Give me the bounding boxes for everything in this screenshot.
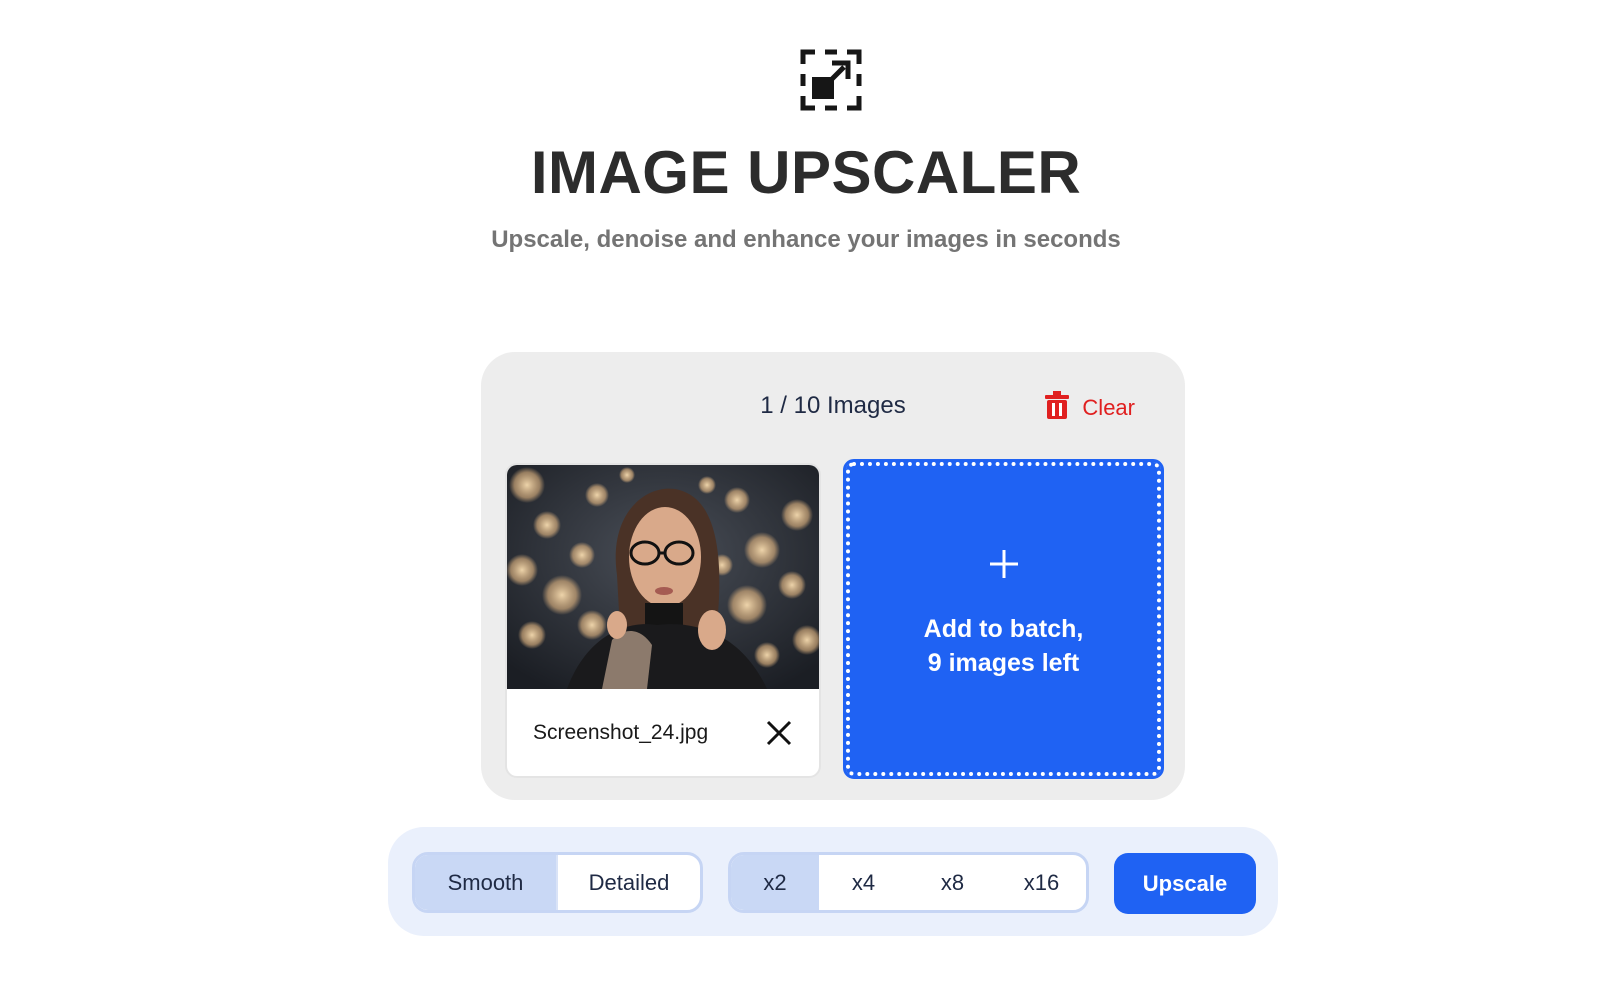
add-tile-line-1: Add to batch, [923,615,1084,643]
upscale-button[interactable]: Upscale [1114,853,1256,914]
scale-option-x16[interactable]: x16 [997,855,1086,910]
expand-arrow-icon [800,49,862,111]
page-subtitle: Upscale, denoise and enhance your images… [491,226,1121,253]
scale-selector: x2 x4 x8 x16 [728,852,1089,913]
clear-label: Clear [1082,395,1135,420]
batch-panel: 1 / 10 Images Clear Screenshot_24.jpg Ad… [481,352,1185,800]
file-name: Screenshot_24.jpg [533,720,709,744]
scale-option-x4[interactable]: x4 [819,855,908,910]
plus-icon [988,548,1020,580]
file-row: Screenshot_24.jpg [507,689,819,776]
add-to-batch-tile[interactable]: Add to batch, 9 images left [843,459,1164,779]
controls-bar: Smooth Detailed x2 x4 x8 x16 Upscale [388,827,1278,936]
upscaler-page: IMAGE UPSCALER Upscale, denoise and enha… [0,0,1612,1003]
scale-option-x8[interactable]: x8 [908,855,997,910]
add-tile-line-2: 9 images left [927,649,1080,677]
image-thumbnail[interactable] [507,465,819,689]
scale-option-x2[interactable]: x2 [731,855,819,910]
page-title: IMAGE UPSCALER [530,139,1082,206]
close-icon[interactable] [765,719,793,747]
image-card: Screenshot_24.jpg [505,463,821,778]
mode-option-detailed[interactable]: Detailed [556,855,700,910]
trash-icon [1044,391,1070,425]
mode-selector: Smooth Detailed [412,852,703,913]
clear-button[interactable]: Clear [1044,391,1135,425]
mode-option-smooth[interactable]: Smooth [415,855,556,910]
